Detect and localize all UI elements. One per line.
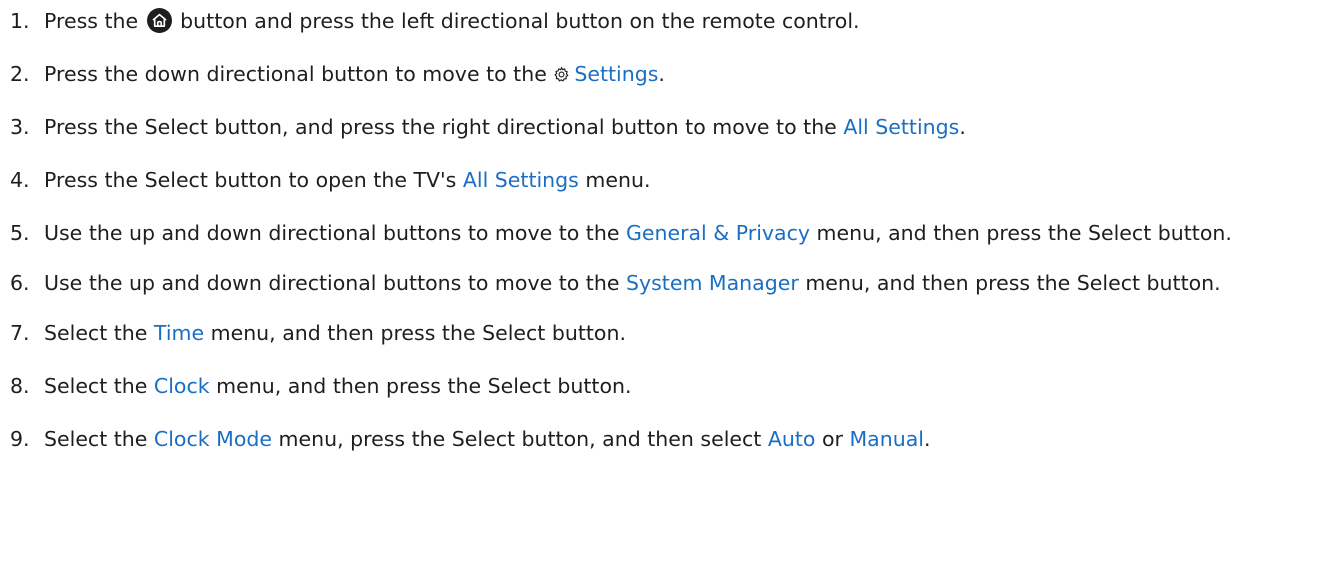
step-text: Press the Select button, and press the r…: [44, 112, 1317, 142]
step-text-segment: or: [815, 427, 850, 451]
step-text-segment: .: [923, 427, 931, 451]
step-text-segment: button and press the left directional bu…: [173, 9, 860, 33]
step-text-segment: menu, and then press the Select button.: [204, 321, 626, 345]
gear-icon: [554, 66, 569, 82]
step-number: 4.: [10, 168, 30, 192]
step-text-segment: Press the Select button, and press the r…: [44, 115, 844, 139]
step-text: Select the Time menu, and then press the…: [44, 318, 1317, 348]
step-2: 2. Press the down directional button to …: [0, 59, 1317, 89]
step-text-segment: Press the: [44, 9, 145, 33]
step-3: 3. Press the Select button, and press th…: [0, 112, 1317, 142]
step-text-segment: Use the up and down directional buttons …: [44, 271, 626, 295]
menu-name-time: Time: [153, 321, 205, 345]
step-text: Select the Clock Mode menu, press the Se…: [44, 424, 1317, 454]
step-text: Press the Select button to open the TV's…: [44, 165, 1317, 195]
step-5: 5. Use the up and down directional butto…: [0, 218, 1317, 248]
step-number: 3.: [10, 115, 30, 139]
step-number: 9.: [10, 427, 30, 451]
step-text: Use the up and down directional buttons …: [44, 268, 1317, 298]
step-text-segment: Select the: [44, 374, 154, 398]
step-text: Press the down directional button to mov…: [44, 59, 1317, 89]
step-text-segment: menu.: [578, 168, 651, 192]
step-text-segment: Select the: [44, 321, 154, 345]
step-9: 9. Select the Clock Mode menu, press the…: [0, 424, 1317, 454]
step-text-segment: Select the: [44, 427, 154, 451]
step-text: Press the button and press the left dire…: [44, 6, 1317, 36]
instruction-steps: 1. Press the button and press the left d…: [0, 0, 1317, 454]
step-number: 1.: [10, 9, 30, 33]
step-text: Use the up and down directional buttons …: [44, 218, 1317, 248]
step-text-segment: menu, and then press the Select button.: [798, 271, 1221, 295]
step-text-segment: Press the down directional button to mov…: [44, 62, 554, 86]
step-text-segment: menu, and then press the Select button.: [810, 221, 1232, 245]
step-7: 7. Select the Time menu, and then press …: [0, 318, 1317, 348]
step-6: 6. Use the up and down directional butto…: [0, 268, 1317, 298]
menu-name-all-settings: All Settings: [462, 168, 579, 192]
step-4: 4. Press the Select button to open the T…: [0, 165, 1317, 195]
step-number: 7.: [10, 321, 30, 345]
option-auto: Auto: [767, 427, 816, 451]
menu-name-settings: Settings: [574, 62, 659, 86]
menu-name-general-privacy: General & Privacy: [625, 221, 810, 245]
step-text-segment: .: [959, 115, 966, 139]
menu-name-system-manager: System Manager: [625, 271, 799, 295]
step-1: 1. Press the button and press the left d…: [0, 6, 1317, 36]
step-8: 8. Select the Clock menu, and then press…: [0, 371, 1317, 401]
step-number: 8.: [10, 374, 30, 398]
menu-name-clock-mode: Clock Mode: [153, 427, 272, 451]
step-text-segment: menu, press the Select button, and then …: [272, 427, 768, 451]
menu-name-clock: Clock: [153, 374, 210, 398]
step-text-segment: Use the up and down directional buttons …: [44, 221, 626, 245]
step-text: Select the Clock menu, and then press th…: [44, 371, 1317, 401]
step-text-segment: menu, and then press the Select button.: [209, 374, 632, 398]
step-number: 2.: [10, 62, 30, 86]
home-icon: [146, 8, 172, 33]
option-manual: Manual: [849, 427, 924, 451]
menu-name-all-settings: All Settings: [843, 115, 960, 139]
step-number: 5.: [10, 221, 30, 245]
step-text-segment: .: [658, 62, 665, 86]
step-text-segment: Press the Select button to open the TV's: [44, 168, 463, 192]
step-number: 6.: [10, 271, 30, 295]
